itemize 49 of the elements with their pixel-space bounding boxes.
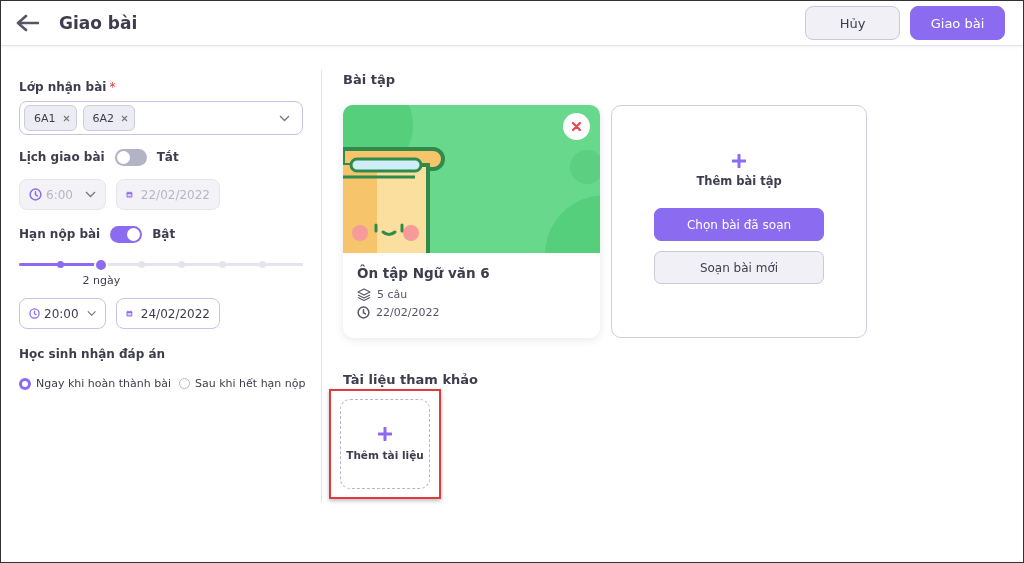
toggle-state-label: Tắt [156,150,179,164]
slider-tick [259,261,267,268]
section-heading: Bài tập [343,72,396,87]
question-count: 5 câu [377,288,408,301]
slider-tick [218,261,226,268]
plus-icon [732,154,746,168]
radio-label[interactable]: Sau khi hết hạn nộp [195,377,306,390]
add-material-tile[interactable]: Thêm tài liệu [340,399,430,489]
section-heading: Tài liệu tham khảo [343,372,479,387]
slider-tick [137,261,145,268]
page-title: Giao bài [59,13,138,33]
chevron-down-icon [86,310,96,317]
slider-tick [178,261,186,268]
radio-button[interactable] [19,377,31,390]
required-mark: * [109,80,116,94]
exercise-date: 22/02/2022 [376,306,440,319]
add-exercise-label[interactable]: Thêm bài tập [696,174,782,188]
chevron-down-icon [279,114,290,122]
slider-tick [56,261,64,268]
toggle-state-label: Bật [152,227,176,241]
clock-icon [29,188,42,201]
chevron-down-icon [85,191,96,198]
remove-icon[interactable] [121,114,129,122]
field-label: Lớp nhận bài [19,80,107,94]
slider-thumb[interactable] [94,258,109,272]
clock-icon [357,306,370,319]
field-label: Học sinh nhận đáp án [19,347,167,361]
radio-label[interactable]: Ngay khi hoàn thành bài [36,377,171,390]
toggle-switch[interactable] [110,225,143,243]
back-arrow-icon[interactable] [16,14,39,32]
assign-button[interactable]: Giao bài [910,6,1005,40]
date-picker[interactable]: 24/02/2022 [116,298,220,329]
class-tag: 6A1 [24,105,77,131]
class-tag: 6A2 [82,105,136,131]
exercise-title: Ôn tập Ngữ văn 6 [357,265,491,281]
layers-icon [357,288,371,301]
plus-icon [378,427,392,441]
class-select-field[interactable]: 6A1 6A2 [19,101,303,135]
cancel-button[interactable]: Hủy [805,6,900,40]
slider-reading: 2 ngày [82,274,121,287]
clock-icon [29,307,41,320]
new-exercise-button[interactable]: Soạn bài mới [654,251,824,284]
field-label: Lịch giao bài [19,150,105,164]
choose-exercise-button[interactable]: Chọn bài đã soạn [654,208,824,241]
exercise-card[interactable]: Ôn tập Ngữ văn 6 5 câu 22/02/2022 [343,105,600,338]
field-label: Hạn nộp bài [19,227,101,241]
time-picker[interactable]: 20:00 [19,298,106,329]
remove-icon[interactable] [62,114,70,122]
close-icon [572,122,581,131]
